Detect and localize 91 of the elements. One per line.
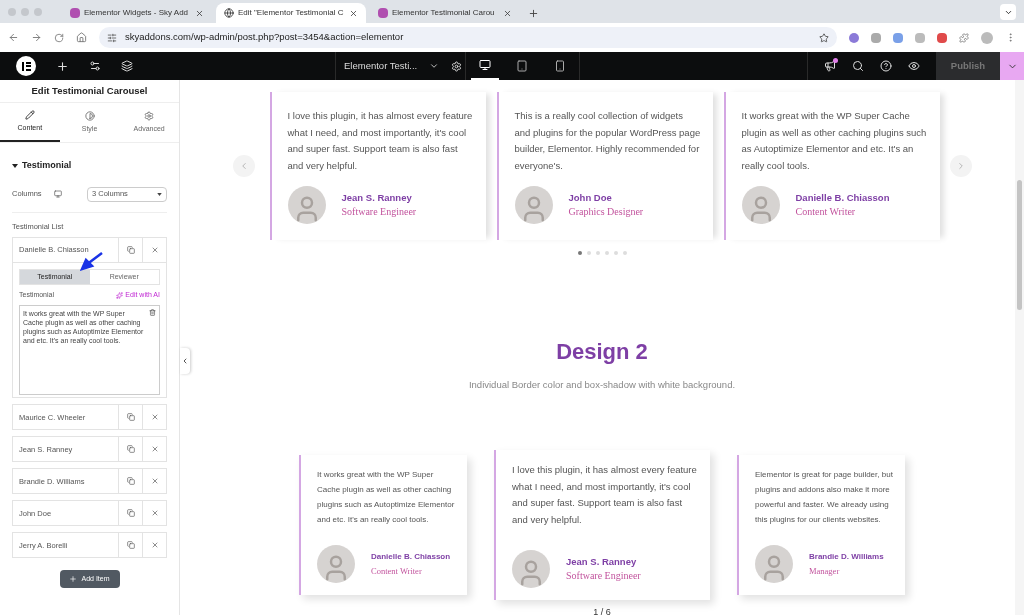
testimonial-text: It works great with the WP Super Cache plugin as well as other caching plugins such as Autoptimize Elementor and etc. It's an really cool tools. <box>741 109 928 173</box>
chevron-left-icon <box>181 357 189 365</box>
site-settings-icon[interactable] <box>107 32 117 43</box>
browser-tab[interactable]: Elementor Testimonial Carou <box>370 3 520 23</box>
close-icon[interactable] <box>503 8 512 18</box>
tablet-icon <box>516 60 529 72</box>
avatar-placeholder <box>741 186 780 224</box>
help-icon[interactable] <box>880 60 892 72</box>
avatar-placeholder <box>514 186 553 224</box>
reload-icon[interactable] <box>54 32 64 43</box>
close-icon <box>150 541 159 550</box>
testimonial-text: Elementor is great for page builder, but plugins and addons also make it more powerful and faster. We already using this plugins for our clients websites. <box>755 469 893 527</box>
eye-icon[interactable] <box>908 60 920 72</box>
reviewer-name: John Doe <box>568 191 613 205</box>
pencil-icon <box>24 109 35 120</box>
desktop-icon <box>53 190 62 198</box>
chevron-down-icon <box>429 61 440 71</box>
plus-icon <box>69 575 78 584</box>
testimonial-text: This is a really cool collection of widgets and plugins for the popular WordPress page builder, Elementor. Highly recommended for everyone's. <box>514 109 701 173</box>
reviewer-role: Content Writer <box>371 565 423 579</box>
announcements-button[interactable] <box>824 60 836 72</box>
reviewer-role: Software Engineer <box>566 569 641 584</box>
back-icon[interactable] <box>8 32 19 43</box>
slide-counter: 1 / 6 <box>593 606 611 615</box>
reviewer-name: Danielle B. Chiasson <box>795 191 890 205</box>
reviewer-name: Danielle B. Chiasson <box>371 551 451 564</box>
bookmark-star-icon[interactable] <box>819 32 829 43</box>
address-field[interactable]: skyaddons.com/wp-admin/post.php?post=3454&action=elementor <box>99 27 837 48</box>
extension-icon[interactable] <box>893 32 903 43</box>
browser-tab[interactable]: Edit "Elementor Testimonial C <box>216 3 366 23</box>
globe-icon <box>224 8 234 18</box>
close-icon <box>150 509 159 518</box>
forward-icon[interactable] <box>31 32 42 43</box>
close-icon <box>150 245 159 254</box>
panel-title: Edit Testimonial Carousel <box>0 80 179 103</box>
section-subtitle: Individual Border color and box-shadow with white background. <box>468 378 736 392</box>
testimonial-text: It works great with the WP Super Cache plugin as well as other caching plugins such as Autoptimize Elementor and etc. It's an really cool tools. <box>317 469 455 527</box>
trash-icon[interactable] <box>149 309 156 317</box>
testimonial-text: I love this plugin, it has almost every feature what I need, and most importantly, it's cool and super fast. Support team is also fast and very helpful. <box>512 463 698 527</box>
profile-avatar[interactable] <box>981 31 993 44</box>
annotation-arrow-icon <box>80 251 104 271</box>
contrast-icon <box>84 110 95 121</box>
caret-icon <box>12 163 18 168</box>
avatar-placeholder <box>317 545 355 584</box>
extension-icon[interactable] <box>937 32 947 43</box>
close-icon <box>150 445 159 454</box>
close-icon <box>150 413 159 422</box>
megaphone-icon <box>824 60 836 72</box>
copy-icon <box>126 445 135 454</box>
copy-icon <box>126 541 135 550</box>
extension-icon[interactable] <box>915 32 925 43</box>
caret-icon <box>157 192 162 196</box>
copy-icon <box>126 509 135 518</box>
home-icon[interactable] <box>76 32 87 43</box>
section-heading: Design 2 <box>556 338 648 366</box>
testimonial-text: I love this plugin, it has almost every feature what I need, and most importantly, it's cool and super fast. Support team is also fast and very helpful. <box>287 109 474 173</box>
reviewer-role: Graphics Designer <box>568 205 644 219</box>
gear-icon <box>144 110 155 121</box>
reviewer-role: Manager <box>809 565 841 579</box>
avatar-placeholder <box>512 550 550 589</box>
new-tab-icon[interactable] <box>528 8 539 19</box>
reviewer-role: Software Engineer <box>341 205 417 219</box>
close-icon[interactable] <box>349 8 358 18</box>
close-icon <box>150 477 159 486</box>
copy-icon <box>126 245 135 254</box>
sliders-icon[interactable] <box>89 60 101 72</box>
copy-icon <box>126 477 135 486</box>
settings-icon[interactable] <box>451 60 463 72</box>
extension-icon[interactable] <box>871 32 881 43</box>
close-icon[interactable] <box>195 8 204 18</box>
site-favicon-icon <box>70 8 80 18</box>
reviewer-role: Content Writer <box>795 205 857 219</box>
collapse-panel-handle[interactable] <box>180 348 190 374</box>
puzzle-icon[interactable] <box>959 32 969 43</box>
desktop-icon <box>478 59 491 71</box>
avatar-placeholder <box>755 545 793 584</box>
add-icon[interactable] <box>56 59 69 73</box>
browser-tab[interactable]: Elementor Widgets - Sky Add <box>62 3 212 23</box>
reviewer-name: Brandie D. Williams <box>809 551 884 564</box>
avatar-placeholder <box>287 186 326 224</box>
section-toggle[interactable]: Testimonial <box>12 159 167 173</box>
mobile-icon <box>554 60 567 72</box>
search-icon[interactable] <box>852 60 864 72</box>
sparkles-icon <box>116 291 124 299</box>
layers-icon[interactable] <box>121 60 133 72</box>
reviewer-name: Jean S. Ranney <box>566 555 638 570</box>
site-favicon-icon <box>378 8 388 18</box>
reviewer-name: Jean S. Ranney <box>341 191 413 205</box>
elementor-logo-icon[interactable] <box>16 56 36 76</box>
extension-icon[interactable] <box>849 32 859 43</box>
copy-icon <box>126 413 135 422</box>
